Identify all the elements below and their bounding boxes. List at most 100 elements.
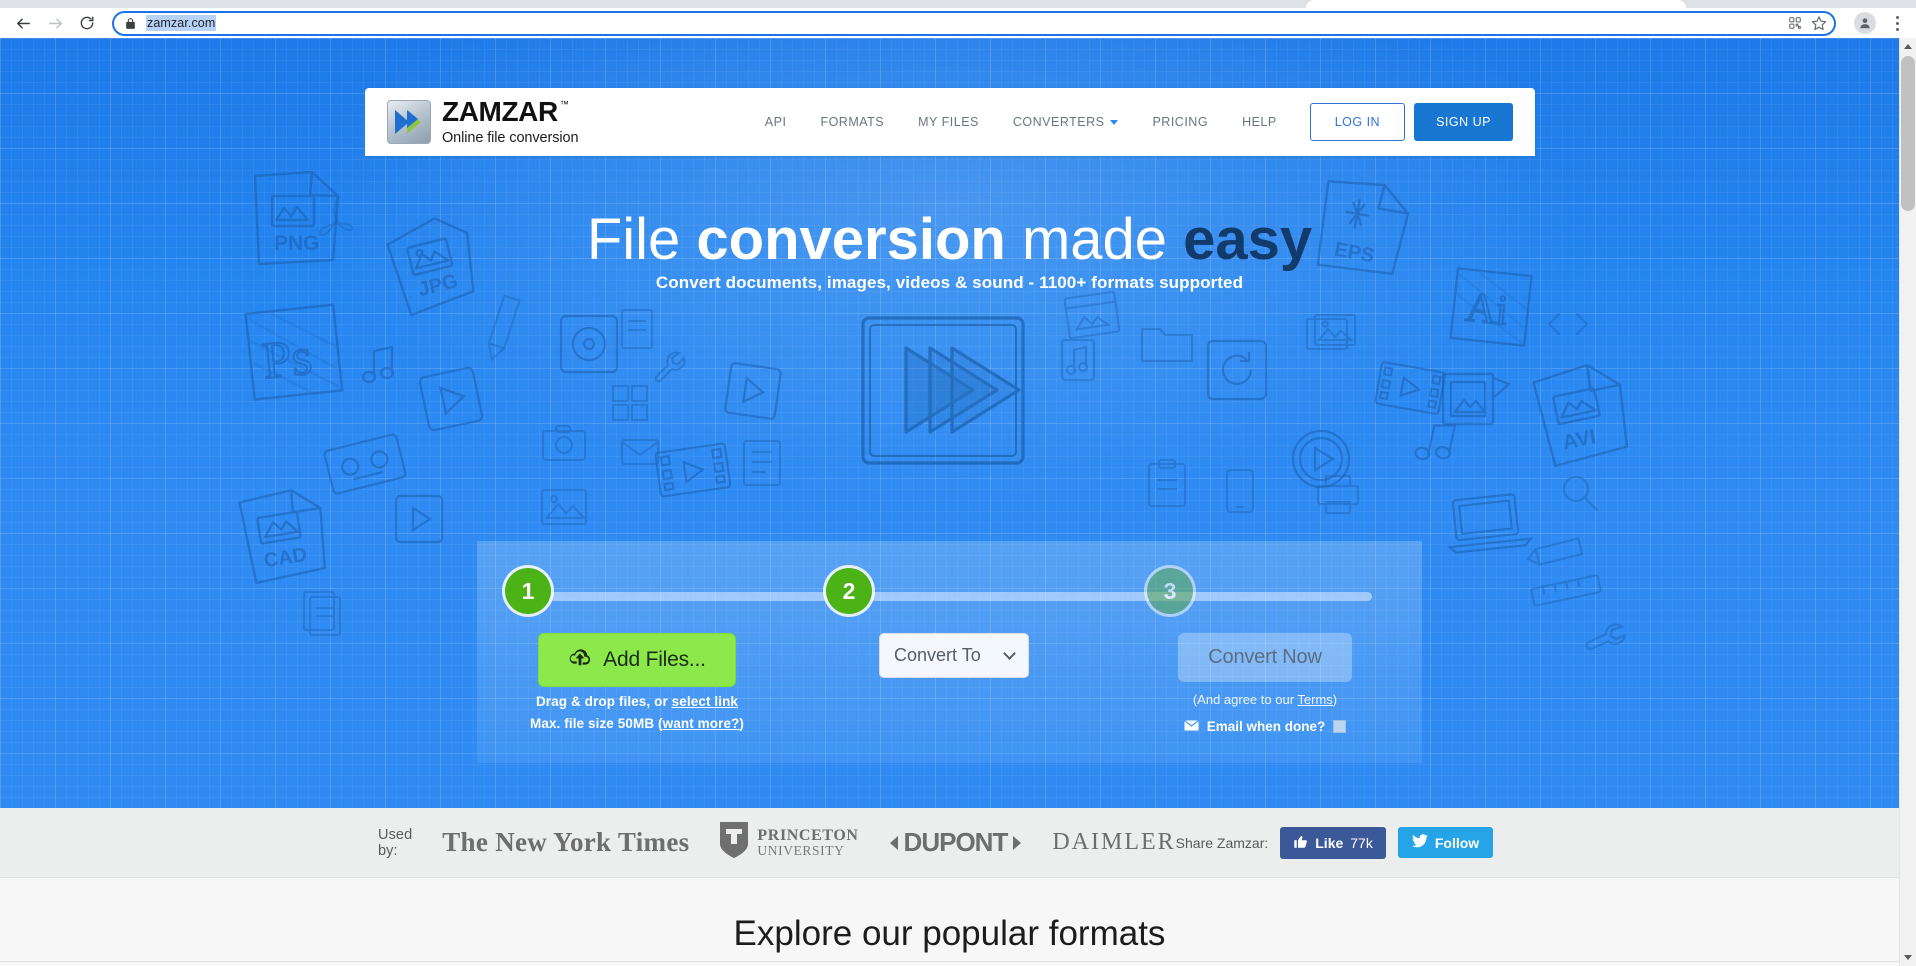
add-files-button[interactable]: Add Files... — [538, 633, 736, 687]
hero-title-part4: easy — [1183, 207, 1313, 272]
code-brackets-doodle-icon — [1545, 308, 1591, 340]
tab-strip[interactable] — [0, 0, 1916, 8]
share-block: Share Zamzar: Like 77k Follow — [1176, 826, 1494, 859]
chevron-down-icon — [1003, 646, 1016, 660]
nav-item-converters[interactable]: CONVERTERS — [996, 115, 1136, 129]
cad-file-doodle-icon: CAD — [238, 488, 328, 585]
nav-item-my-files[interactable]: MY FILES — [901, 115, 996, 129]
nav-label: MY FILES — [918, 115, 979, 129]
back-arrow-icon[interactable] — [8, 8, 38, 38]
book-doodle-icon — [740, 438, 784, 488]
hero-subtitle: Convert documents, images, videos & soun… — [655, 273, 1244, 292]
hero-title-part3: made — [1005, 207, 1184, 272]
convert-to-select[interactable]: Convert To — [879, 633, 1029, 678]
princeton-shield-icon — [719, 821, 749, 864]
add-files-label: Add Files... — [603, 648, 706, 671]
terms-link[interactable]: Terms — [1297, 692, 1332, 707]
email-when-done-row: Email when done? — [1105, 719, 1425, 734]
qr-code-icon[interactable] — [1784, 12, 1806, 34]
nav-item-api[interactable]: API — [748, 115, 804, 129]
play-circle-doodle-icon — [1290, 428, 1352, 490]
nav-item-help[interactable]: HELP — [1225, 115, 1294, 129]
email-when-done-label: Email when done? — [1206, 719, 1326, 734]
record-circle-doodle-icon — [558, 313, 620, 375]
app-grid-doodle-icon — [610, 383, 650, 423]
nav-label: HELP — [1242, 115, 1277, 129]
url-text[interactable]: zamzar.com — [146, 15, 217, 31]
daimler-logo: DAIMLER — [1052, 829, 1175, 856]
convert-now-button[interactable]: Convert Now — [1178, 633, 1352, 682]
image-thumb-doodle-icon — [540, 488, 588, 526]
images-stack-doodle-icon — [1305, 313, 1359, 355]
arrow-box-doodle-icon — [724, 362, 782, 420]
nav-label: FORMATS — [820, 115, 885, 129]
envelope-doodle-icon — [620, 438, 660, 466]
film-strip-doodle-icon — [654, 442, 732, 499]
conversion-widget: 1 2 3 Add Files... Drag & drop files, or… — [477, 541, 1422, 763]
page-scrollbar[interactable] — [1899, 38, 1916, 966]
scrollbar-thumb[interactable] — [1901, 56, 1915, 211]
address-bar[interactable]: zamzar.com — [112, 10, 1836, 36]
step-2-circle: 2 — [826, 568, 872, 614]
pen-doodle-icon — [1525, 537, 1589, 566]
chevron-down-icon — [1110, 119, 1119, 125]
photoshop-doodle-icon: Ps — [244, 303, 345, 403]
login-button[interactable]: LOG IN — [1309, 103, 1406, 141]
dupont-left-arrow-icon — [889, 835, 898, 850]
wrench-doodle-icon-2 — [1585, 618, 1629, 666]
hero-title: File conversion made easy — [0, 206, 1899, 273]
princeton-logo: PRINCETON UNIVERSITY — [719, 821, 858, 864]
want-more-link[interactable]: want more? — [663, 716, 740, 731]
used-by-label: Used by: — [378, 826, 413, 859]
scroll-down-arrow-icon[interactable] — [1900, 949, 1916, 966]
max-size-suffix: ) — [739, 716, 745, 731]
facebook-like-button[interactable]: Like 77k — [1280, 826, 1386, 859]
princeton-line2: UNIVERSITY — [757, 842, 845, 858]
printer-doodle-icon — [1315, 473, 1361, 515]
zamzar-chevron-logo-icon — [387, 100, 431, 144]
music-note-doodle-icon — [360, 343, 398, 385]
trademark-symbol: ™ — [559, 99, 569, 110]
select-link[interactable]: select link — [672, 694, 738, 709]
twitter-follow-button[interactable]: Follow — [1397, 827, 1494, 858]
refresh-circle-doodle-icon — [1205, 338, 1269, 402]
music-note-doodle-icon-2 — [1414, 418, 1457, 466]
max-size-hint: Max. file size 50MB (want more?) — [477, 716, 797, 731]
audio-doodle-icon — [1060, 338, 1096, 382]
dupont-text: DUPONT — [903, 827, 1009, 857]
dupont-logo: DUPONT — [889, 827, 1023, 858]
envelope-icon — [1183, 719, 1199, 734]
nav-label: API — [764, 115, 787, 129]
zamzar-logo[interactable]: ZAMZAR ™ Online file conversion — [387, 98, 579, 146]
nav-label: CONVERTERS — [1012, 115, 1105, 129]
nyt-logo-text: The New York Times — [442, 827, 690, 857]
hero-section: PNG JPG Ps CAD EPS Ai AVI ZAMZAR ™ Onlin… — [0, 38, 1899, 808]
folder-doodle-icon — [1140, 323, 1194, 365]
signup-button[interactable]: SIGN UP — [1414, 103, 1513, 141]
three-dot-menu-icon[interactable] — [1886, 11, 1908, 35]
princeton-line1: PRINCETON — [757, 826, 859, 844]
star-icon[interactable] — [1808, 12, 1830, 34]
cassette-doodle-icon — [323, 433, 407, 495]
browser-tab-inactive[interactable] — [1720, 0, 1870, 8]
nav-label: PRICING — [1152, 115, 1209, 129]
forward-arrow-icon[interactable] — [40, 8, 70, 38]
reload-icon[interactable] — [72, 8, 102, 38]
nav-item-formats[interactable]: FORMATS — [803, 115, 901, 129]
nyt-logo: The New York Times — [442, 827, 689, 858]
browser-toolbar: zamzar.com — [0, 8, 1916, 38]
thumbs-up-icon — [1293, 834, 1308, 852]
browser-tab-active[interactable] — [1306, 0, 1686, 8]
mobile-doodle-icon — [1225, 468, 1255, 514]
nav-item-pricing[interactable]: PRICING — [1135, 115, 1225, 129]
convert-to-label: Convert To — [894, 645, 981, 665]
section-divider — [0, 961, 1899, 962]
drag-drop-text: Drag & drop files, or — [535, 694, 672, 709]
dupont-right-arrow-icon — [1013, 835, 1022, 850]
email-when-done-checkbox[interactable] — [1333, 720, 1347, 733]
scroll-up-arrow-icon[interactable] — [1900, 38, 1916, 55]
wordmark: ZAMZAR ™ — [442, 98, 578, 126]
step-3-column: Convert Now (And agree to our Terms) Ema… — [1105, 633, 1425, 734]
triple-triangle-play-icon — [858, 313, 1028, 473]
profile-avatar-icon[interactable] — [1854, 12, 1876, 34]
